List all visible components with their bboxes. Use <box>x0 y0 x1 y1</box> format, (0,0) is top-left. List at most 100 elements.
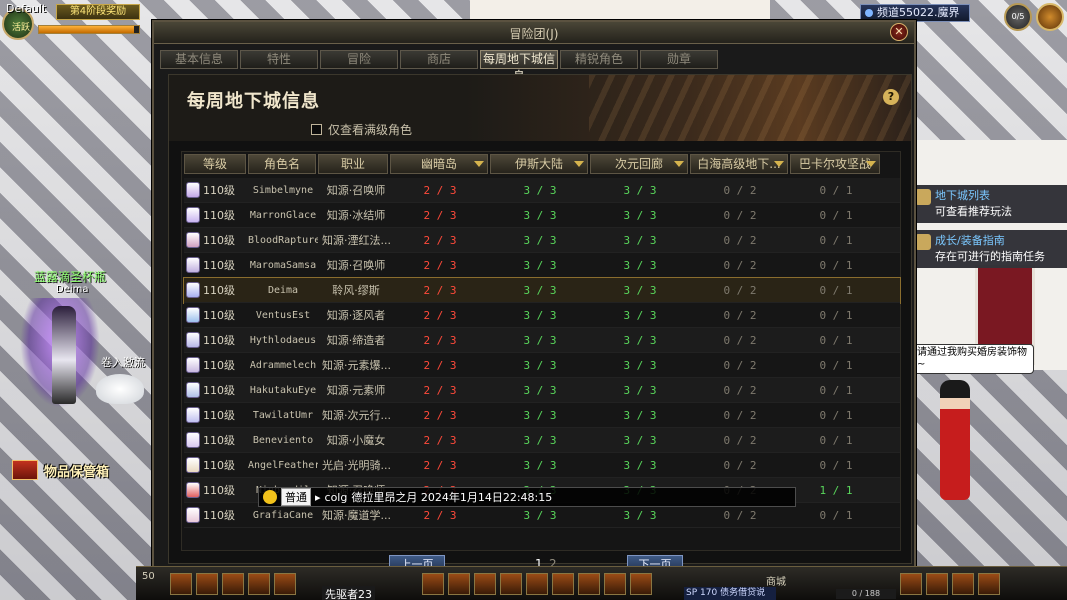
dungeon-progress-cell: 0 / 1 <box>819 183 853 197</box>
character-portrait-icon <box>186 307 200 323</box>
tab-7[interactable]: 勋章 <box>640 50 718 69</box>
skill-slot-3[interactable] <box>222 573 244 595</box>
column-header[interactable]: 白海高级地下... <box>690 154 788 174</box>
skill-slot-4[interactable] <box>248 573 270 595</box>
table-row[interactable]: 110级 Hythlodaeus 知源·缔造者 2 / 3 3 / 3 3 / 3 0 / … <box>184 328 900 353</box>
chat-message: 普通 ▸ colg 德拉里昂之月 2024年1月14日22:48:15 <box>258 487 796 507</box>
dungeon-progress-cell: 3 / 3 <box>523 258 557 272</box>
table-row[interactable]: 110级 TawilatUmr 知源·次元行... 2 / 3 3 / 3 3 / 3 0 … <box>184 403 900 428</box>
max-level-checkbox[interactable] <box>311 124 322 135</box>
character-portrait-icon <box>186 382 200 398</box>
column-header-label: 伊斯大陆 <box>514 157 563 171</box>
level-text: 110级 <box>203 334 235 347</box>
table-row[interactable]: 110级 AngelFeather 光启·光明骑... 2 / 3 3 / 3 3 / 3… <box>184 453 900 478</box>
dungeon-progress-cell: 3 / 3 <box>523 233 557 247</box>
character-portrait-icon <box>186 207 200 223</box>
dungeon-progress-cell: 2 / 3 <box>423 183 457 197</box>
tab-2[interactable]: 特性 <box>240 50 318 69</box>
npc-sprite[interactable] <box>940 380 970 500</box>
character-name-cell: Beneviento <box>252 434 314 446</box>
dungeon-progress-cell: 3 / 3 <box>523 283 557 297</box>
menu-slot-1[interactable] <box>900 573 922 595</box>
sort-arrow-icon[interactable] <box>674 161 684 167</box>
table-row[interactable]: 110级 HakutakuEye 知源·元素师 2 / 3 3 / 3 3 / 3 0 / … <box>184 378 900 403</box>
table-body: 110级 Simbelmyne 知源·召唤师 2 / 3 3 / 3 3 / 3 0 / 2… <box>183 178 901 528</box>
dungeon-progress-cell: 0 / 2 <box>723 333 757 347</box>
chat-sender[interactable]: colg <box>325 491 348 504</box>
dungeon-progress-cell: 3 / 3 <box>523 358 557 372</box>
dungeon-progress-cell: 0 / 1 <box>819 508 853 522</box>
dialog-titlebar[interactable]: 冒险团(J) ✕ <box>154 22 914 44</box>
column-header[interactable]: 次元回廊 <box>590 154 688 174</box>
storage-box-label[interactable]: 物品保管箱 <box>44 461 109 480</box>
skill-slot-5[interactable] <box>274 573 296 595</box>
skill-slot-7[interactable] <box>448 573 470 595</box>
sort-arrow-icon[interactable] <box>866 161 876 167</box>
dungeon-list-guide[interactable]: 地下城列表 可查看推荐玩法 <box>913 185 1067 223</box>
player-character-sprite[interactable] <box>52 306 76 404</box>
level-text: 110级 <box>203 234 235 247</box>
help-icon[interactable]: ? <box>883 89 899 105</box>
dungeon-list-icon <box>915 189 931 205</box>
dungeon-progress-cell: 2 / 3 <box>423 383 457 397</box>
tab-1[interactable]: 基本信息 <box>160 50 238 69</box>
column-header: 角色名 <box>248 154 316 174</box>
skill-slot-2[interactable] <box>196 573 218 595</box>
skill-slot-8[interactable] <box>474 573 496 595</box>
skill-slot-10[interactable] <box>526 573 548 595</box>
tab-6[interactable]: 精锐角色 <box>560 50 638 69</box>
table-row[interactable]: 110级 Simbelmyne 知源·召唤师 2 / 3 3 / 3 3 / 3 0 / 2… <box>184 178 900 203</box>
fatigue-orb-icon[interactable]: 0/5 <box>1004 3 1032 31</box>
job-cell: 知源·元素爆... <box>322 359 390 372</box>
skill-slot-13[interactable] <box>604 573 626 595</box>
stage-reward-banner[interactable]: 第4阶段奖励 <box>56 4 140 20</box>
dungeon-progress-cell: 0 / 1 <box>819 308 853 322</box>
level-cell: 110级 <box>184 257 248 273</box>
column-header[interactable]: 幽暗岛 <box>390 154 488 174</box>
sort-arrow-icon[interactable] <box>574 161 584 167</box>
skill-slot-12[interactable] <box>578 573 600 595</box>
tab-4[interactable]: 商店 <box>400 50 478 69</box>
table-row[interactable]: 110级 Adrammelech 知源·元素爆... 2 / 3 3 / 3 3 / 3 0… <box>184 353 900 378</box>
level-cell: 110级 <box>184 282 248 298</box>
sort-arrow-icon[interactable] <box>474 161 484 167</box>
tab-3[interactable]: 冒险 <box>320 50 398 69</box>
skill-slot-14[interactable] <box>630 573 652 595</box>
column-header[interactable]: 伊斯大陆 <box>490 154 588 174</box>
menu-slot-3[interactable] <box>952 573 974 595</box>
dungeon-progress-cell: 2 / 3 <box>423 333 457 347</box>
close-button[interactable]: ✕ <box>890 23 908 41</box>
growth-guide[interactable]: 成长/装备指南 存在可进行的指南任务 <box>913 230 1067 268</box>
level-text: 110级 <box>203 184 235 197</box>
skill-slot-11[interactable] <box>552 573 574 595</box>
sort-arrow-icon[interactable] <box>774 161 784 167</box>
storage-box-icon[interactable] <box>12 460 38 480</box>
mall-button[interactable]: 商城 <box>766 573 786 588</box>
chat-channel-tag[interactable]: 普通 <box>281 488 311 506</box>
table-row[interactable]: 110级 MarronGlace 知源·冰结师 2 / 3 3 / 3 3 / 3 0 / … <box>184 203 900 228</box>
dungeon-progress-cell: 3 / 3 <box>523 408 557 422</box>
tab-5[interactable]: 每周地下城信息 <box>480 50 558 83</box>
table-row[interactable]: 110级 BloodRapture 知源·湮红法... 2 / 3 3 / 3 3 / 3… <box>184 228 900 253</box>
dungeon-progress-cell: 0 / 1 <box>819 283 853 297</box>
character-name-cell: HakutakuEye <box>249 384 317 396</box>
dungeon-progress-cell: 3 / 3 <box>623 183 657 197</box>
skill-bar: 50 先驱者23 SP 170 债务借贷说 商城 0 / 188 <box>136 566 1067 600</box>
skill-slot-6[interactable] <box>422 573 444 595</box>
dungeon-progress-cell: 3 / 3 <box>623 433 657 447</box>
dungeon-progress-cell: 3 / 3 <box>523 383 557 397</box>
level-cell: 110级 <box>184 407 248 423</box>
column-header[interactable]: 巴卡尔攻坚战 <box>790 154 880 174</box>
max-level-filter[interactable]: 仅查看满级角色 <box>311 121 412 138</box>
table-row[interactable]: 110级 VentusEst 知源·逐风者 2 / 3 3 / 3 3 / 3 0 / 2 0… <box>184 303 900 328</box>
pet-seal-sprite[interactable] <box>96 374 144 404</box>
level-text: 110级 <box>203 409 235 422</box>
table-row[interactable]: 110级 Beneviento 知源·小魔女 2 / 3 3 / 3 3 / 3 0 / 2… <box>184 428 900 453</box>
menu-orb-icon[interactable] <box>1036 3 1064 31</box>
table-row[interactable]: 110级 Deima 聆风·缪斯 2 / 3 3 / 3 3 / 3 0 / 2 0 / 1 <box>183 277 901 304</box>
table-row[interactable]: 110级 MaromaSamsa 知源·召唤师 2 / 3 3 / 3 3 / 3 0 / … <box>184 253 900 278</box>
menu-slot-4[interactable] <box>978 573 1000 595</box>
menu-slot-2[interactable] <box>926 573 948 595</box>
skill-slot-1[interactable] <box>170 573 192 595</box>
skill-slot-9[interactable] <box>500 573 522 595</box>
